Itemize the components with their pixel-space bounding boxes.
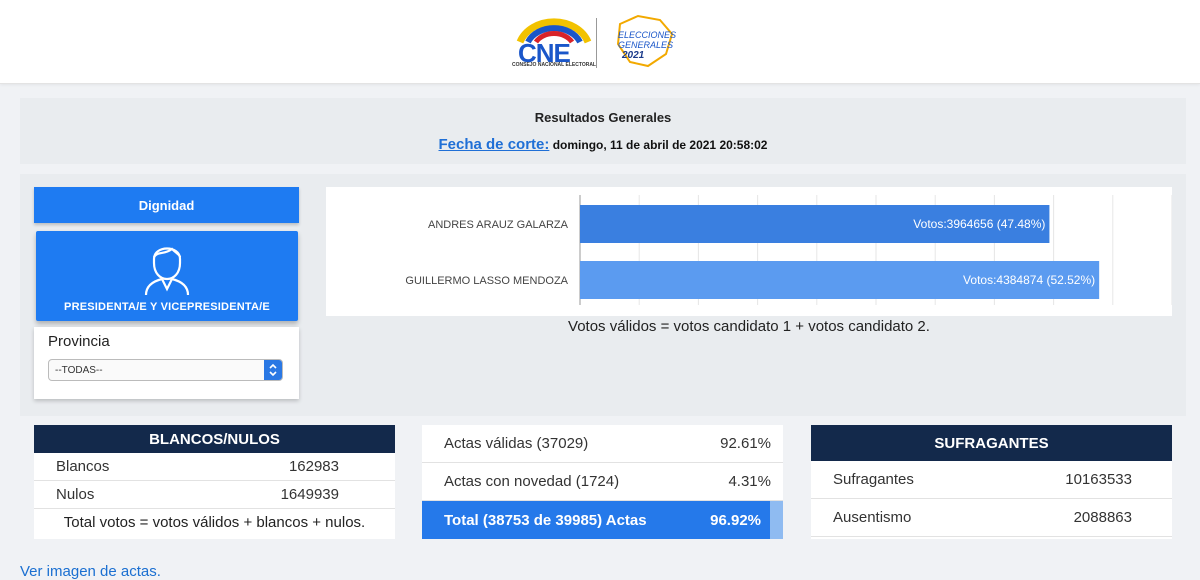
blancos-nulos-table: BLANCOS/NULOS Blancos 162983 Nulos 16499… <box>34 425 395 539</box>
table-row: Actas válidas (37029) 92.61% <box>422 425 783 463</box>
cutoff-date: Fecha de corte: domingo, 11 de abril de … <box>20 136 1186 153</box>
row-label: Sufragantes <box>833 471 914 488</box>
cutoff-date-value: domingo, 11 de abril de 2021 20:58:02 <box>552 138 768 152</box>
votes-chart-svg: ANDRES ARAUZ GALARZA Votos:3964656 (47.48… <box>405 195 1172 305</box>
row-value: 162983 <box>288 458 339 475</box>
top-header: CNE CONSEJO NACIONAL ELECTORAL ELECCIONE… <box>0 0 1200 84</box>
ver-actas-link[interactable]: Ver imagen de actas. <box>20 563 161 580</box>
chart-data-label: Votos:3964656 (47.48%) <box>913 217 1045 231</box>
blancos-nulos-header: BLANCOS/NULOS <box>34 425 395 453</box>
provincia-label: Provincia <box>48 333 110 350</box>
elecciones-year: 2021 <box>622 50 645 61</box>
cne-logo-subtext: CONSEJO NACIONAL ELECTORAL <box>512 62 596 68</box>
table-row: Sufragantes 10163533 <box>811 461 1172 499</box>
chart-category-label: ANDRES ARAUZ GALARZA <box>428 219 569 231</box>
actas-progress-remainder <box>770 501 783 539</box>
table-row: Ausentismo 2088863 <box>811 499 1172 537</box>
row-label: Actas con novedad (1724) <box>444 473 620 490</box>
elecciones-text: ELECCIONES GENERALES <box>618 30 677 50</box>
select-arrows-icon[interactable] <box>264 360 282 380</box>
row-label: Actas válidas (37029) <box>444 435 589 452</box>
table-row: Nulos 1649939 <box>34 481 395 509</box>
row-value: 92.61% <box>720 435 771 452</box>
cne-logo[interactable]: CNE CONSEJO NACIONAL ELECTORAL ELECCIONE… <box>512 14 682 72</box>
actas-table: Actas válidas (37029) 92.61% Actas con n… <box>422 425 783 539</box>
table-row: Actas con novedad (1724) 4.31% <box>422 463 783 501</box>
dignidad-button[interactable]: Dignidad <box>34 187 299 223</box>
actas-total-bar: Total (38753 de 39985) Actas 96.92% <box>422 501 783 539</box>
row-label: Blancos <box>56 458 110 475</box>
chart-category-label: GUILLERMO LASSO MENDOZA <box>405 275 568 287</box>
votes-chart: ANDRES ARAUZ GALARZA Votos:3964656 (47.48… <box>326 187 1172 316</box>
row-label: Ausentismo <box>833 509 912 526</box>
row-label: Nulos <box>56 486 95 503</box>
presidente-card[interactable]: PRESIDENTA/E Y VICEPRESIDENTA/E <box>36 231 298 321</box>
row-value: 10163533 <box>1065 471 1132 488</box>
presidente-card-label: PRESIDENTA/E Y VICEPRESIDENTA/E <box>64 301 270 313</box>
sufragantes-header: SUFRAGANTES <box>811 425 1172 461</box>
row-value: 2088863 <box>1073 509 1132 526</box>
sufragantes-table: SUFRAGANTES Sufragantes 10163533 Ausenti… <box>811 425 1172 539</box>
provincia-select[interactable]: --TODAS-- <box>48 359 283 381</box>
chart-note: Votos válidos = votos candidato 1 + voto… <box>568 318 930 335</box>
chart-data-label: Votos:4384874 (52.52%) <box>963 273 1095 287</box>
provincia-filter: Provincia --TODAS-- <box>34 327 299 399</box>
results-title: Resultados Generales <box>534 110 672 125</box>
actas-total-label: Total (38753 de 39985) Actas <box>444 511 647 529</box>
candidate-person-icon <box>144 247 190 295</box>
table-row: Blancos 162983 <box>34 453 395 481</box>
blancos-footer-note: Total votos = votos válidos + blancos + … <box>63 514 366 531</box>
row-value: 4.31% <box>728 473 771 490</box>
provincia-select-value: --TODAS-- <box>55 365 103 376</box>
logo-divider <box>596 18 597 68</box>
results-header: Resultados Generales Fecha de corte: dom… <box>20 98 1186 164</box>
cutoff-date-label: Fecha de corte: <box>438 136 550 153</box>
row-value: 1649939 <box>280 486 339 503</box>
